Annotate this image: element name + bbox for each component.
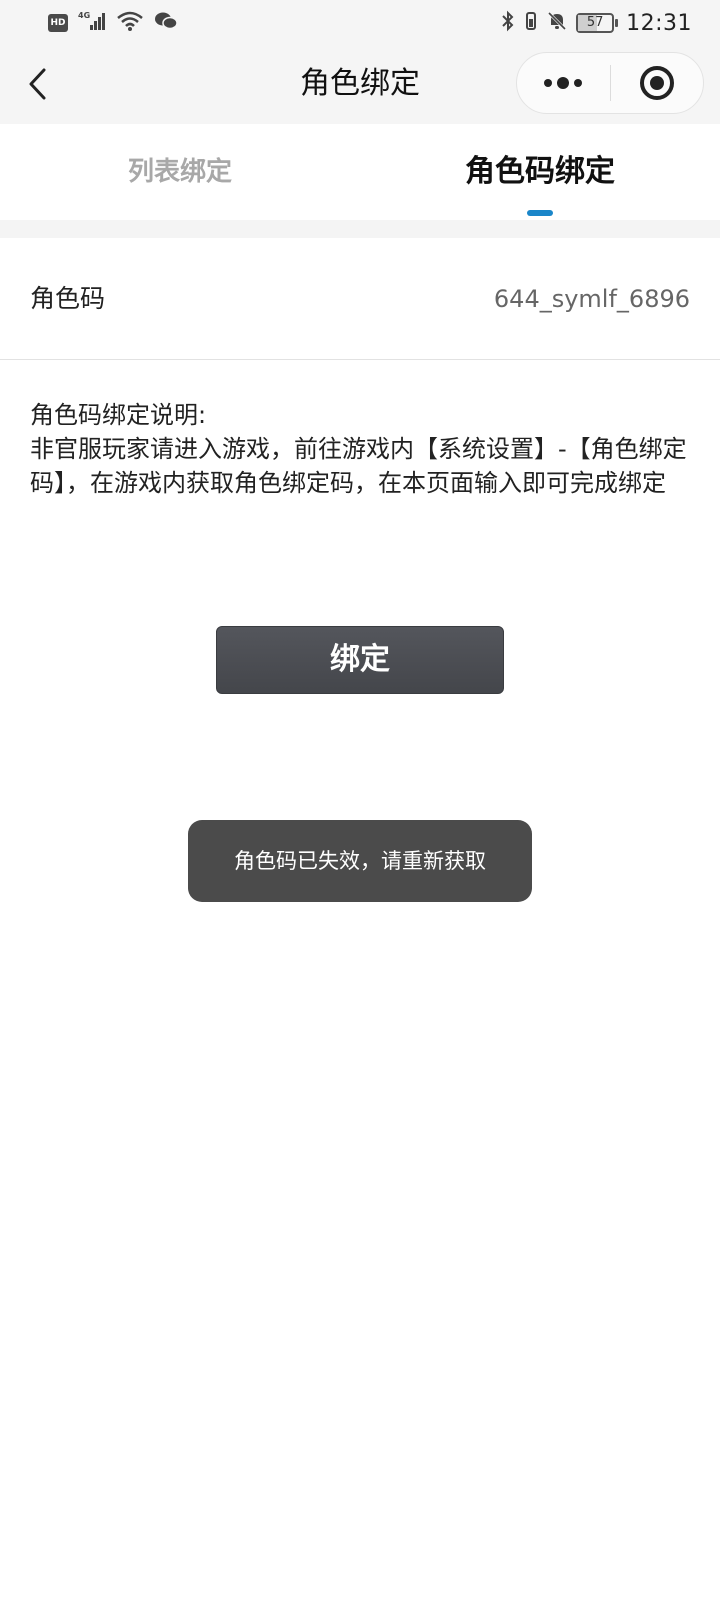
nav-bar: 角色绑定 <box>0 46 720 124</box>
binding-instructions: 角色码绑定说明: 非官服玩家请进入游戏，前往游戏内【系统设置】-【角色绑定码】，… <box>30 398 690 500</box>
wifi-icon <box>116 10 144 36</box>
instructions-body: 非官服玩家请进入游戏，前往游戏内【系统设置】-【角色绑定码】，在游戏内获取角色绑… <box>30 435 687 497</box>
wechat-icon <box>154 10 178 36</box>
bluetooth-icon <box>500 10 516 36</box>
battery-icon: 57 <box>576 13 619 33</box>
status-right: 57 12:31 <box>500 10 692 36</box>
status-left: HD 4G <box>48 10 178 36</box>
back-button[interactable] <box>18 64 58 104</box>
tab-list-binding[interactable]: 列表绑定 <box>0 124 360 220</box>
tab-code-binding[interactable]: 角色码绑定 <box>360 124 720 220</box>
signal-4g-icon: 4G <box>78 10 106 36</box>
screen: HD 4G 57 12:31 角色绑定 列表绑定 角色码绑定 角色码 644_s… <box>0 0 720 1600</box>
role-code-input[interactable] <box>310 276 690 322</box>
mute-bell-icon <box>546 10 568 36</box>
role-code-row: 角色码 <box>0 238 720 360</box>
tab-bar: 列表绑定 角色码绑定 <box>0 124 720 220</box>
hd-icon: HD <box>48 14 68 32</box>
tab-label: 列表绑定 <box>127 157 232 187</box>
bind-button[interactable]: 绑定 <box>216 626 504 694</box>
vibrate-icon <box>524 10 538 36</box>
section-divider <box>0 220 720 238</box>
more-dots-icon <box>544 77 583 89</box>
role-code-label: 角色码 <box>30 284 106 313</box>
close-mini-program-button[interactable] <box>611 53 704 113</box>
battery-level: 57 <box>586 15 604 30</box>
svg-text:4G: 4G <box>78 11 90 20</box>
target-close-icon <box>639 66 674 100</box>
error-toast: 角色码已失效，请重新获取 <box>188 820 532 902</box>
chevron-left-icon <box>29 68 46 100</box>
mini-program-capsule <box>516 52 704 114</box>
tab-label: 角色码绑定 <box>465 154 615 189</box>
clock: 12:31 <box>626 10 692 36</box>
more-button[interactable] <box>517 53 610 113</box>
status-bar: HD 4G 57 12:31 <box>0 0 720 46</box>
tab-active-indicator <box>527 210 553 216</box>
instructions-title: 角色码绑定说明: <box>30 401 207 429</box>
